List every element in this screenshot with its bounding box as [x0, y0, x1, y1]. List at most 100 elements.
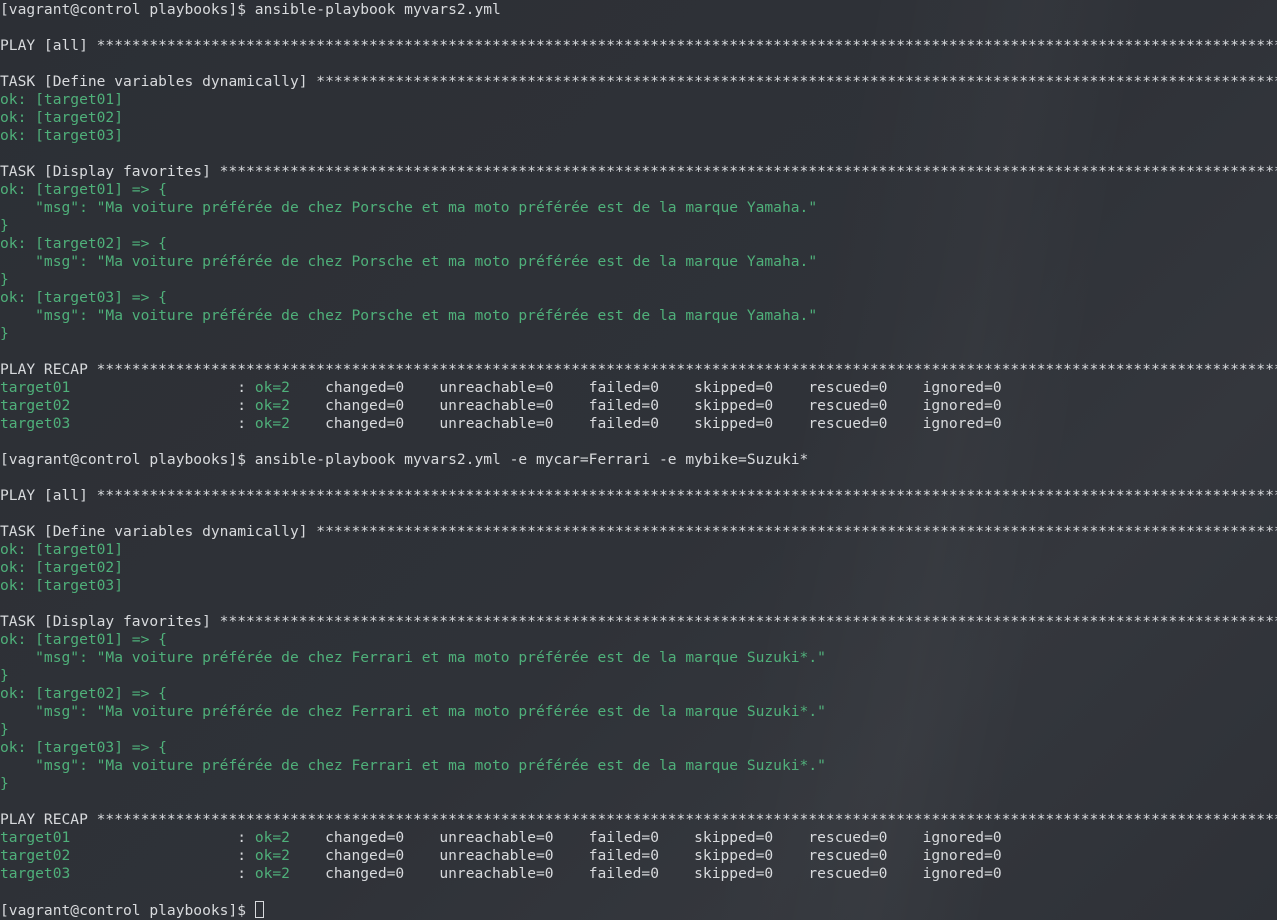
recap-separator: : [70, 415, 255, 432]
ok-output-line: "msg": "Ma voiture préférée de chez Pors… [0, 307, 1277, 325]
ok-output-line: } [0, 271, 1277, 289]
ok-output-line: "msg": "Ma voiture préférée de chez Ferr… [0, 757, 1277, 775]
recap-stats: changed=0 unreachable=0 failed=0 skipped… [289, 847, 1002, 864]
recap-stats: changed=0 unreachable=0 failed=0 skipped… [289, 829, 1002, 846]
recap-ok-count: ok=2 [254, 379, 290, 396]
ok-output-line: } [0, 325, 1277, 343]
recap-separator: : [70, 865, 255, 882]
recap-ok-count: ok=2 [254, 397, 290, 414]
text-cursor[interactable] [254, 901, 264, 918]
command-text: [vagrant@control playbooks]$ ansible-pla… [0, 1, 501, 18]
ok-output-line: ok: [target01] => { [0, 181, 1277, 199]
header-text: TASK [Define variables dynamically] ****… [0, 73, 1277, 90]
recap-row: target03 : ok=2 changed=0 unreachable=0 … [0, 415, 1277, 433]
ok-text: } [0, 775, 9, 792]
ok-output-line: } [0, 775, 1277, 793]
terminal-output[interactable]: [vagrant@control playbooks]$ ansible-pla… [0, 0, 1277, 920]
ok-text: } [0, 325, 9, 342]
header-text: TASK [Display favorites] ***************… [0, 163, 1277, 180]
header-text: PLAY [all] *****************************… [0, 37, 1277, 54]
section-header-line: TASK [Define variables dynamically] ****… [0, 523, 1277, 541]
ok-output-line: "msg": "Ma voiture préférée de chez Pors… [0, 199, 1277, 217]
ok-output-line: ok: [target01] [0, 541, 1277, 559]
ok-text: "msg": "Ma voiture préférée de chez Pors… [0, 199, 818, 216]
section-header-line: PLAY [all] *****************************… [0, 487, 1277, 505]
shell-prompt-line: [vagrant@control playbooks]$ ansible-pla… [0, 451, 1277, 469]
recap-row: target01 : ok=2 changed=0 unreachable=0 … [0, 829, 1277, 847]
header-text: PLAY [all] *****************************… [0, 487, 1277, 504]
recap-host: target03 [0, 865, 71, 882]
recap-row: target02 : ok=2 changed=0 unreachable=0 … [0, 397, 1277, 415]
ok-text: } [0, 271, 9, 288]
recap-stats: changed=0 unreachable=0 failed=0 skipped… [289, 397, 1002, 414]
section-header-line: PLAY RECAP *****************************… [0, 361, 1277, 379]
ok-text: "msg": "Ma voiture préférée de chez Pors… [0, 307, 818, 324]
recap-ok-count: ok=2 [254, 847, 290, 864]
ok-text: "msg": "Ma voiture préférée de chez Ferr… [0, 757, 826, 774]
recap-host: target02 [0, 397, 71, 414]
recap-host: target02 [0, 847, 71, 864]
ok-text: ok: [target03] => { [0, 739, 167, 756]
recap-row: target03 : ok=2 changed=0 unreachable=0 … [0, 865, 1277, 883]
command-text: [vagrant@control playbooks]$ ansible-pla… [0, 451, 809, 468]
recap-stats: changed=0 unreachable=0 failed=0 skipped… [289, 379, 1002, 396]
ok-output-line: "msg": "Ma voiture préférée de chez Ferr… [0, 649, 1277, 667]
recap-separator: : [70, 829, 255, 846]
header-text: TASK [Display favorites] ***************… [0, 613, 1277, 630]
ok-text: ok: [target02] => { [0, 235, 167, 252]
section-header-line: PLAY RECAP *****************************… [0, 811, 1277, 829]
ok-text: } [0, 721, 9, 738]
recap-separator: : [70, 379, 255, 396]
ok-text: } [0, 217, 9, 234]
recap-row: target01 : ok=2 changed=0 unreachable=0 … [0, 379, 1277, 397]
ok-text: ok: [target03] => { [0, 289, 167, 306]
ok-text: ok: [target01] [0, 541, 124, 558]
header-text: PLAY RECAP *****************************… [0, 361, 1277, 378]
ok-text: ok: [target01] [0, 91, 124, 108]
ok-output-line: ok: [target03] [0, 127, 1277, 145]
ok-output-line: ok: [target02] [0, 109, 1277, 127]
ok-text: } [0, 667, 9, 684]
ok-text: ok: [target03] [0, 127, 124, 144]
ok-text: ok: [target03] [0, 577, 124, 594]
ok-text: "msg": "Ma voiture préférée de chez Ferr… [0, 703, 826, 720]
ok-output-line: } [0, 217, 1277, 235]
ok-output-line: ok: [target03] [0, 577, 1277, 595]
ok-output-line: "msg": "Ma voiture préférée de chez Pors… [0, 253, 1277, 271]
ok-output-line: } [0, 667, 1277, 685]
ok-output-line: ok: [target01] => { [0, 631, 1277, 649]
ok-text: ok: [target01] => { [0, 631, 167, 648]
section-header-line: TASK [Display favorites] ***************… [0, 163, 1277, 181]
recap-host: target01 [0, 379, 71, 396]
ok-output-line: } [0, 721, 1277, 739]
recap-host: target03 [0, 415, 71, 432]
header-text: PLAY RECAP *****************************… [0, 811, 1277, 828]
header-text: TASK [Define variables dynamically] ****… [0, 523, 1277, 540]
ok-text: ok: [target02] [0, 559, 124, 576]
ok-text: ok: [target02] [0, 109, 124, 126]
shell-prompt-line: [vagrant@control playbooks]$ ansible-pla… [0, 1, 1277, 19]
shell-prompt-line: [vagrant@control playbooks]$ [0, 901, 1277, 919]
recap-host: target01 [0, 829, 71, 846]
recap-ok-count: ok=2 [254, 829, 290, 846]
ok-text: ok: [target02] => { [0, 685, 167, 702]
recap-ok-count: ok=2 [254, 865, 290, 882]
ok-output-line: ok: [target03] => { [0, 289, 1277, 307]
recap-separator: : [70, 847, 255, 864]
prompt-text: [vagrant@control playbooks]$ [0, 902, 255, 919]
ok-output-line: ok: [target03] => { [0, 739, 1277, 757]
ok-text: "msg": "Ma voiture préférée de chez Pors… [0, 253, 818, 270]
recap-separator: : [70, 397, 255, 414]
ok-output-line: "msg": "Ma voiture préférée de chez Ferr… [0, 703, 1277, 721]
ok-text: "msg": "Ma voiture préférée de chez Ferr… [0, 649, 826, 666]
section-header-line: TASK [Display favorites] ***************… [0, 613, 1277, 631]
ok-output-line: ok: [target02] => { [0, 685, 1277, 703]
